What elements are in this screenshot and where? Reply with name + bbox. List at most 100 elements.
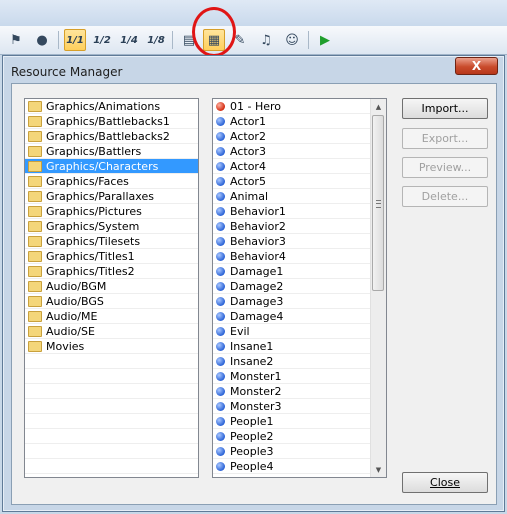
folder-item[interactable]: Graphics/Titles1 — [25, 249, 198, 264]
folder-item[interactable]: Graphics/Titles2 — [25, 264, 198, 279]
folder-item-label: Graphics/System — [46, 219, 140, 233]
empty-row — [25, 369, 198, 384]
toolbar-separator — [308, 31, 309, 49]
folder-item[interactable]: Graphics/Pictures — [25, 204, 198, 219]
folder-item-label: Graphics/Faces — [46, 174, 129, 188]
folder-item[interactable]: Graphics/Battlebacks1 — [25, 114, 198, 129]
export-button[interactable]: Export... — [402, 128, 488, 149]
folder-icon — [28, 145, 42, 157]
resource-item[interactable]: Insane2 — [213, 354, 372, 369]
folder-item-label: Graphics/Tilesets — [46, 234, 141, 248]
import-button[interactable]: Import... — [402, 98, 488, 119]
folder-icon — [28, 220, 42, 232]
folder-item[interactable]: Movies — [25, 339, 198, 354]
resource-item[interactable]: Damage1 — [213, 264, 372, 279]
folder-item[interactable]: Graphics/Characters — [25, 159, 198, 174]
folder-item-label: Graphics/Parallaxes — [46, 189, 154, 203]
close-button[interactable]: Close — [402, 472, 488, 493]
imported-resource-icon — [216, 101, 225, 111]
folder-item[interactable]: Audio/SE — [25, 324, 198, 339]
resource-item[interactable]: Actor5 — [213, 174, 372, 189]
folder-icon — [28, 250, 42, 262]
resource-item-label: Monster3 — [230, 399, 282, 413]
preview-button[interactable]: Preview... — [402, 157, 488, 178]
folder-item[interactable]: Graphics/Battlebacks2 — [25, 129, 198, 144]
scroll-up-icon[interactable]: ▲ — [371, 99, 386, 114]
resource-item-label: Behavior3 — [230, 234, 286, 248]
empty-row — [25, 459, 198, 474]
zoom-1-4-icon[interactable]: 1/4 — [118, 29, 140, 51]
folder-item[interactable]: Graphics/Parallaxes — [25, 189, 198, 204]
resource-item[interactable]: Damage4 — [213, 309, 372, 324]
resource-item-label: People3 — [230, 444, 274, 458]
resource-item[interactable]: Actor2 — [213, 129, 372, 144]
resource-item[interactable]: Behavior2 — [213, 219, 372, 234]
resource-item-label: 01 - Hero — [230, 99, 282, 113]
resource-item[interactable]: Animal — [213, 189, 372, 204]
resource-item[interactable]: People4 — [213, 459, 372, 474]
character-generator-icon[interactable]: ☺ — [281, 29, 303, 51]
scroll-thumb[interactable] — [372, 115, 384, 291]
rtp-resource-icon — [216, 281, 225, 291]
resource-item[interactable]: Behavior1 — [213, 204, 372, 219]
folder-item[interactable]: Graphics/Animations — [25, 99, 198, 114]
folder-item[interactable]: Audio/ME — [25, 309, 198, 324]
resource-item[interactable]: Behavior3 — [213, 234, 372, 249]
resource-item[interactable]: People2 — [213, 429, 372, 444]
resource-item-label: Insane1 — [230, 339, 274, 353]
folder-icon — [28, 205, 42, 217]
folder-icon — [28, 130, 42, 142]
folder-item[interactable]: Graphics/Battlers — [25, 144, 198, 159]
folder-item-label: Graphics/Animations — [46, 99, 161, 113]
zoom-1-2-icon[interactable]: 1/2 — [91, 29, 113, 51]
resource-item[interactable]: 01 - Hero — [213, 99, 372, 114]
resource-item-label: Monster1 — [230, 369, 282, 383]
resource-scrollbar[interactable]: ▲ ▼ — [370, 99, 386, 477]
folder-item[interactable]: Graphics/System — [25, 219, 198, 234]
playtest-icon[interactable]: ▶ — [314, 29, 336, 51]
resource-item-label: Behavior4 — [230, 249, 286, 263]
resource-item[interactable]: Insane1 — [213, 339, 372, 354]
folder-item[interactable]: Graphics/Faces — [25, 174, 198, 189]
resource-item[interactable]: Actor3 — [213, 144, 372, 159]
toolbar-separator — [172, 31, 173, 49]
resource-item[interactable]: Damage3 — [213, 294, 372, 309]
empty-row — [25, 354, 198, 369]
resource-item[interactable]: People1 — [213, 414, 372, 429]
folder-item[interactable]: Graphics/Tilesets — [25, 234, 198, 249]
resource-item-label: Behavior1 — [230, 204, 286, 218]
scroll-down-icon[interactable]: ▼ — [371, 462, 386, 477]
event-mode-icon[interactable]: ● — [31, 29, 53, 51]
delete-button[interactable]: Delete... — [402, 186, 488, 207]
resource-item[interactable]: Monster3 — [213, 399, 372, 414]
resource-item-label: Animal — [230, 189, 269, 203]
resource-item[interactable]: Damage2 — [213, 279, 372, 294]
resource-item[interactable]: People3 — [213, 444, 372, 459]
resource-list[interactable]: 01 - Hero Actor1 Actor2 Actor3 Actor4 Actor5 A… — [212, 98, 387, 478]
close-icon[interactable]: X — [455, 57, 498, 75]
map-mode-icon[interactable]: ⚑ — [5, 29, 27, 51]
resource-item[interactable]: Behavior4 — [213, 249, 372, 264]
app-title-strip — [0, 0, 507, 27]
folder-item[interactable]: Audio/BGM — [25, 279, 198, 294]
empty-row — [25, 444, 198, 459]
zoom-1-8-icon[interactable]: 1/8 — [145, 29, 167, 51]
resource-item[interactable]: Actor4 — [213, 159, 372, 174]
rtp-resource-icon — [216, 221, 225, 231]
resource-item[interactable]: Monster2 — [213, 384, 372, 399]
folder-item[interactable]: Audio/BGS — [25, 294, 198, 309]
folder-item-label: Movies — [46, 339, 85, 353]
rtp-resource-icon — [216, 446, 225, 456]
folder-item-label: Audio/BGS — [46, 294, 104, 308]
zoom-1-1-icon[interactable]: 1/1 — [64, 29, 86, 51]
folder-list[interactable]: Graphics/Animations Graphics/Battlebacks1… — [24, 98, 199, 478]
rtp-resource-icon — [216, 266, 225, 276]
close-button-label: Close — [430, 476, 460, 489]
resource-item[interactable]: Evil — [213, 324, 372, 339]
resource-item[interactable]: Actor1 — [213, 114, 372, 129]
resource-item[interactable]: Monster1 — [213, 369, 372, 384]
rtp-resource-icon — [216, 326, 225, 336]
sound-test-icon[interactable]: ♫ — [255, 29, 277, 51]
folder-icon — [28, 175, 42, 187]
resource-item-label: Actor4 — [230, 159, 266, 173]
